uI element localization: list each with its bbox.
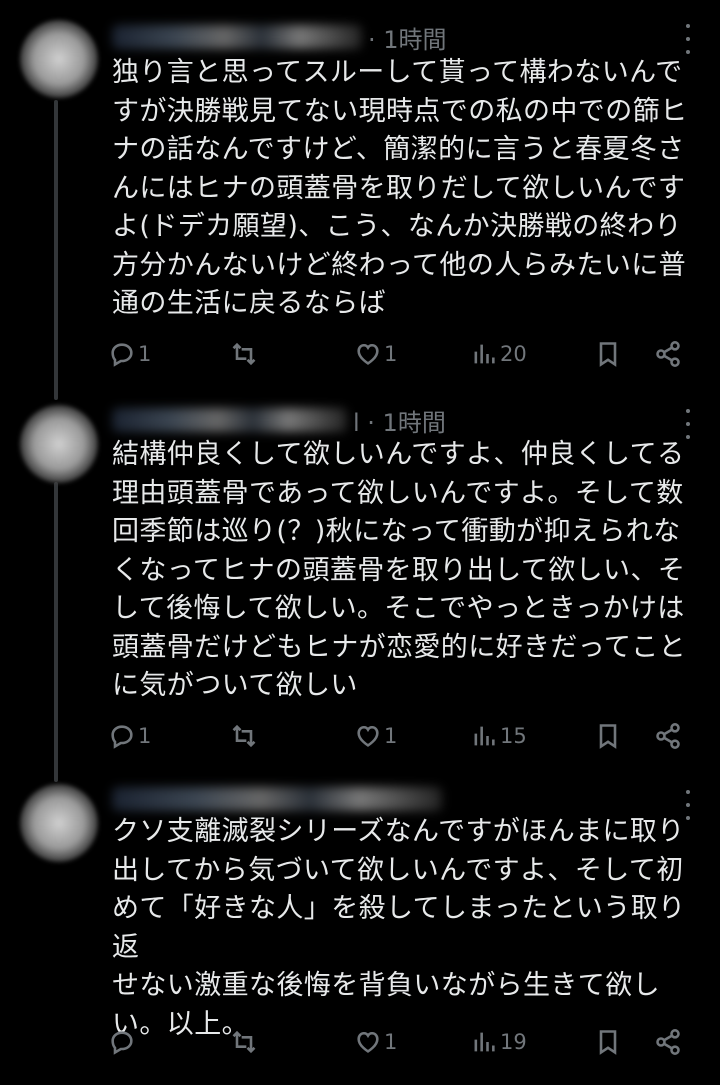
bookmark-button[interactable] bbox=[594, 1025, 622, 1059]
tweet-text-line: 独り言と思ってスルーして貰って構わないんで bbox=[112, 57, 683, 88]
tweet-text-line: クソ支離滅裂シリーズなんですがほんまに取り bbox=[112, 816, 685, 847]
tweet-text-line: 回季節は巡り(？)秋になって衝動が抑えられな bbox=[112, 516, 681, 547]
tweet-text-line: くなってヒナの頭蓋骨を取り出して欲しい、そ bbox=[112, 554, 686, 586]
tweet-header: l · 1時間 bbox=[112, 403, 672, 437]
like-icon bbox=[357, 343, 379, 365]
reply-icon bbox=[111, 1031, 133, 1055]
retweet-icon bbox=[232, 342, 256, 366]
avatar[interactable] bbox=[20, 784, 98, 862]
tweet-text-line: よ(ドデカ願望)、こう、なんか決勝戦の終わり bbox=[112, 211, 682, 242]
reply-button[interactable]: 1 bbox=[108, 337, 151, 371]
share-icon bbox=[656, 341, 680, 367]
tweet-text-line: んにはヒナの頭蓋骨を取りだして欲しいんです bbox=[112, 172, 686, 204]
reply-icon bbox=[111, 343, 133, 367]
share-button[interactable] bbox=[654, 1025, 682, 1059]
tweet-text-line: 方分かんないけど終わって他の人らみたいに普 bbox=[112, 249, 687, 281]
tweet[interactable]: · 1時間 独り言と思ってスルーして貰って構わないんで すが決勝戦見てない現時点… bbox=[0, 0, 720, 385]
views-count: 20 bbox=[500, 342, 527, 366]
views-count: 19 bbox=[500, 1030, 527, 1054]
retweet-icon bbox=[232, 1030, 256, 1054]
more-icon[interactable] bbox=[684, 24, 692, 54]
reply-icon bbox=[111, 725, 133, 749]
retweet-button[interactable] bbox=[230, 1025, 260, 1059]
like-button[interactable]: 1 bbox=[354, 719, 397, 753]
like-icon bbox=[357, 1031, 379, 1053]
more-icon[interactable] bbox=[684, 409, 692, 439]
tweet-text-line: して後悔して欲しい。そこでやっときっかけは bbox=[112, 593, 685, 624]
author-name-blurred[interactable] bbox=[112, 25, 362, 49]
tweet-text-line: 結構仲良くして欲しいんですよ、仲良くしてる bbox=[112, 439, 685, 470]
tweet-text-line: 出してから気づいて欲しいんですよ、そして初 bbox=[112, 854, 684, 886]
like-count: 1 bbox=[384, 724, 398, 748]
action-bar: 1 1 15 bbox=[108, 719, 698, 753]
tweet[interactable]: l · 1時間 結構仲良くして欲しいんですよ、仲良くしてる 理由頭蓋骨であって欲… bbox=[0, 385, 720, 770]
bookmark-button[interactable] bbox=[594, 719, 622, 753]
reply-button[interactable] bbox=[108, 1025, 138, 1059]
tweet-text-line: 頭蓋骨だけどもヒナが恋愛的に好きだってこと bbox=[112, 631, 687, 663]
reply-count: 1 bbox=[138, 724, 152, 748]
tweet-header bbox=[112, 782, 672, 816]
author-name-blurred[interactable] bbox=[112, 408, 347, 432]
views-icon bbox=[474, 344, 495, 364]
views-icon bbox=[474, 726, 495, 746]
views-button[interactable]: 15 bbox=[470, 719, 527, 753]
tweet-text: 独り言と思ってスルーして貰って構わないんで すが決勝戦見てない現時点での私の中で… bbox=[112, 54, 702, 324]
like-icon bbox=[357, 725, 379, 747]
avatar[interactable] bbox=[20, 405, 98, 483]
tweet-text-line: すが決勝戦見てない現時点での私の中での篩ヒ bbox=[112, 95, 688, 127]
views-icon bbox=[474, 1032, 495, 1052]
bookmark-icon bbox=[599, 724, 617, 749]
tweet-text: 結構仲良くして欲しいんですよ、仲良くしてる 理由頭蓋骨であって欲しいんですよ。そ… bbox=[112, 436, 702, 706]
views-button[interactable]: 19 bbox=[470, 1025, 527, 1059]
tweet-text-line: めて「好きな人」を殺してしまったという取り返 bbox=[112, 893, 686, 963]
share-button[interactable] bbox=[654, 337, 682, 371]
tweet[interactable]: クソ支離滅裂シリーズなんですがほんまに取り 出してから気づいて欲しいんですよ、そ… bbox=[0, 770, 720, 1085]
tweet-text-line: せない激重な後悔を背負いながら生きて欲し bbox=[112, 970, 660, 1001]
share-icon bbox=[656, 1029, 680, 1055]
retweet-button[interactable] bbox=[230, 719, 260, 753]
avatar[interactable] bbox=[20, 20, 98, 98]
reply-count: 1 bbox=[138, 342, 152, 366]
views-button[interactable]: 20 bbox=[470, 337, 527, 371]
action-bar: 1 19 bbox=[108, 1025, 698, 1059]
share-icon bbox=[656, 723, 680, 749]
retweet-button[interactable] bbox=[230, 337, 260, 371]
bookmark-icon bbox=[599, 342, 617, 367]
views-count: 15 bbox=[500, 724, 527, 748]
tweet-text: クソ支離滅裂シリーズなんですがほんまに取り 出してから気づいて欲しいんですよ、そ… bbox=[112, 813, 702, 1044]
like-count: 1 bbox=[384, 1030, 398, 1054]
bookmark-icon bbox=[599, 1030, 617, 1055]
like-button[interactable]: 1 bbox=[354, 1025, 397, 1059]
share-button[interactable] bbox=[654, 719, 682, 753]
like-count: 1 bbox=[384, 342, 398, 366]
author-name-blurred[interactable] bbox=[112, 787, 442, 811]
tweet-text-line: 通の生活に戻るならば bbox=[112, 288, 386, 319]
action-bar: 1 1 20 bbox=[108, 337, 698, 371]
tweet-header: · 1時間 bbox=[112, 20, 672, 54]
retweet-icon bbox=[232, 724, 256, 748]
tweet-text-line: 理由頭蓋骨であって欲しいんですよ。そして数 bbox=[112, 477, 684, 509]
tweet-time[interactable]: l · 1時間 bbox=[353, 403, 446, 438]
tweet-time[interactable]: · 1時間 bbox=[368, 20, 447, 55]
tweet-text-line: に気がついて欲しい bbox=[112, 670, 358, 701]
tweet-text-line: ナの話なんですけど、簡潔的に言うと春夏冬さ bbox=[112, 134, 685, 165]
bookmark-button[interactable] bbox=[594, 337, 622, 371]
like-button[interactable]: 1 bbox=[354, 337, 397, 371]
reply-button[interactable]: 1 bbox=[108, 719, 151, 753]
